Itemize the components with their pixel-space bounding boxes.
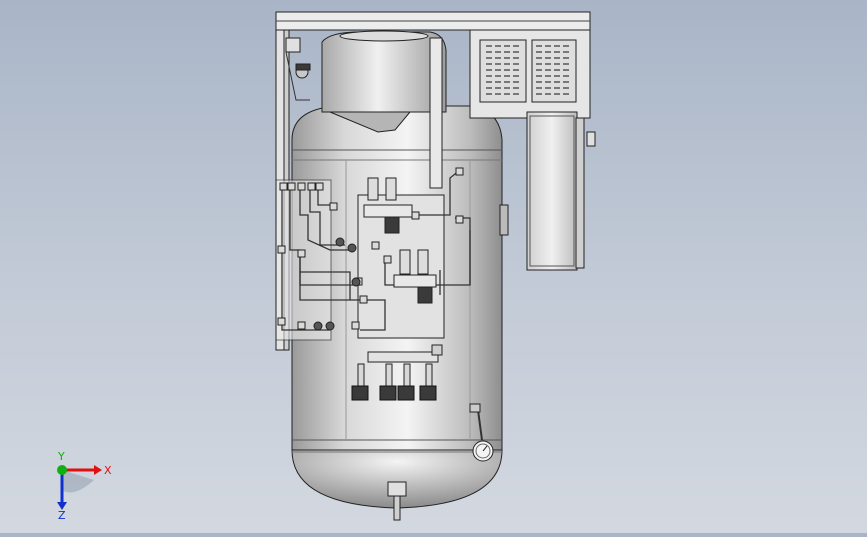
solenoid-coil [351,385,369,401]
relief-valve [285,37,311,101]
pipe-fitting [287,182,296,191]
graphics-viewport[interactable]: X Y Z [0,0,867,533]
axis-triad: X Y Z [57,450,112,520]
pipe-fitting [277,317,286,326]
pipe-fitting [455,167,464,176]
solenoid-stem [425,363,433,387]
y-axis-label: Y [57,450,65,463]
valve-handle [351,277,361,287]
solenoid-coil [397,385,415,401]
solenoid-coil [419,385,437,401]
solenoid-stem [385,363,393,387]
solenoid-stem [357,363,365,387]
solenoid-coil [379,385,397,401]
pipe-fitting [351,321,360,330]
cad-model[interactable] [0,0,867,533]
pipe-fitting [315,182,324,191]
pipe-fitting [329,202,338,211]
y-axis-origin-dot [57,465,67,475]
x-axis-arrowhead [94,465,102,475]
solenoid-stem [403,363,411,387]
valve-handle [347,243,357,253]
pipe-fitting [279,182,288,191]
pipe-fitting [277,245,286,254]
pipe-fitting [297,321,306,330]
valve-handle [313,321,323,331]
pipe-fitting [383,255,392,264]
valve-handle [335,237,345,247]
triad-plane [62,470,94,493]
pipe-fitting [297,249,306,258]
z-axis-label: Z [58,509,66,520]
pipe-fitting [297,182,306,191]
pipe-fitting [411,211,420,220]
pipe-fitting [359,295,368,304]
valve-handle [325,321,335,331]
pipe-fitting [371,241,380,250]
pipe-fitting [307,182,316,191]
pipe-fitting [455,215,464,224]
x-axis-label: X [104,464,112,477]
